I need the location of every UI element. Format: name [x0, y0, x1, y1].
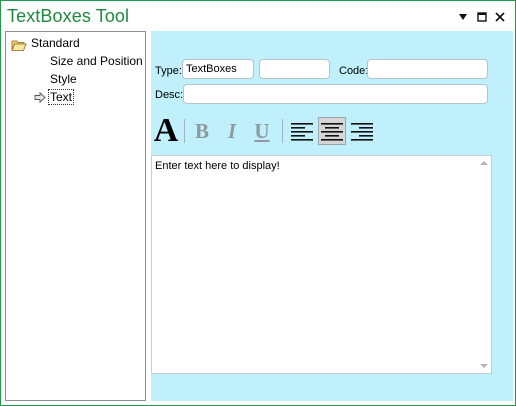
- font-button[interactable]: A: [151, 112, 181, 149]
- code-field[interactable]: [367, 59, 488, 79]
- tree-item-label: Size and Position: [50, 54, 143, 68]
- dropdown-icon[interactable]: [455, 9, 471, 25]
- title-bar: TextBoxes Tool: [1, 1, 515, 31]
- text-properties-panel: Type: Code: Desc: A B I U: [151, 31, 513, 401]
- toolbar-separator: [184, 119, 185, 143]
- align-left-button[interactable]: [288, 117, 316, 145]
- toolbar-separator: [282, 119, 283, 143]
- bold-button[interactable]: B: [188, 117, 216, 145]
- italic-icon: I: [227, 118, 237, 143]
- arrow-right-icon: [34, 92, 46, 103]
- tree-item-size-and-position[interactable]: Size and Position: [50, 53, 143, 69]
- align-right-button[interactable]: [348, 117, 376, 145]
- textboxes-tool-window: TextBoxes Tool Standard Size and Positio…: [0, 0, 516, 406]
- type-field[interactable]: [182, 59, 254, 79]
- type-label: Type:: [155, 65, 182, 77]
- tree-item-label: Style: [50, 72, 77, 86]
- tree-item-text[interactable]: Text: [48, 89, 75, 105]
- maximize-icon[interactable]: [474, 9, 490, 25]
- category-tree: Standard Size and Position Style Text: [5, 31, 146, 401]
- font-icon: A: [153, 112, 179, 149]
- close-icon[interactable]: [492, 9, 508, 25]
- code-label: Code:: [339, 65, 369, 77]
- underline-icon: U: [254, 118, 270, 143]
- window-title: TextBoxes Tool: [7, 6, 130, 26]
- tree-item-label: Text: [48, 89, 75, 105]
- align-right-icon: [351, 123, 373, 141]
- tree-node-standard[interactable]: Standard: [6, 35, 145, 51]
- bold-icon: B: [194, 118, 209, 143]
- vertical-scrollbar[interactable]: [476, 156, 491, 373]
- align-center-icon: [321, 123, 343, 141]
- scroll-up-icon[interactable]: [480, 161, 488, 165]
- italic-button[interactable]: I: [218, 117, 246, 145]
- underline-button[interactable]: U: [248, 117, 276, 145]
- scroll-down-icon[interactable]: [480, 364, 488, 368]
- editor-text[interactable]: Enter text here to display!: [155, 160, 280, 172]
- desc-field[interactable]: [183, 84, 488, 104]
- tree-node-label: Standard: [31, 36, 80, 50]
- folder-open-icon: [11, 40, 27, 51]
- secondary-field[interactable]: [259, 59, 330, 79]
- tree-item-style[interactable]: Style: [50, 71, 77, 87]
- align-center-button[interactable]: [318, 117, 346, 145]
- desc-label: Desc:: [155, 89, 184, 101]
- text-editor[interactable]: Enter text here to display!: [151, 155, 492, 374]
- align-left-icon: [291, 123, 313, 141]
